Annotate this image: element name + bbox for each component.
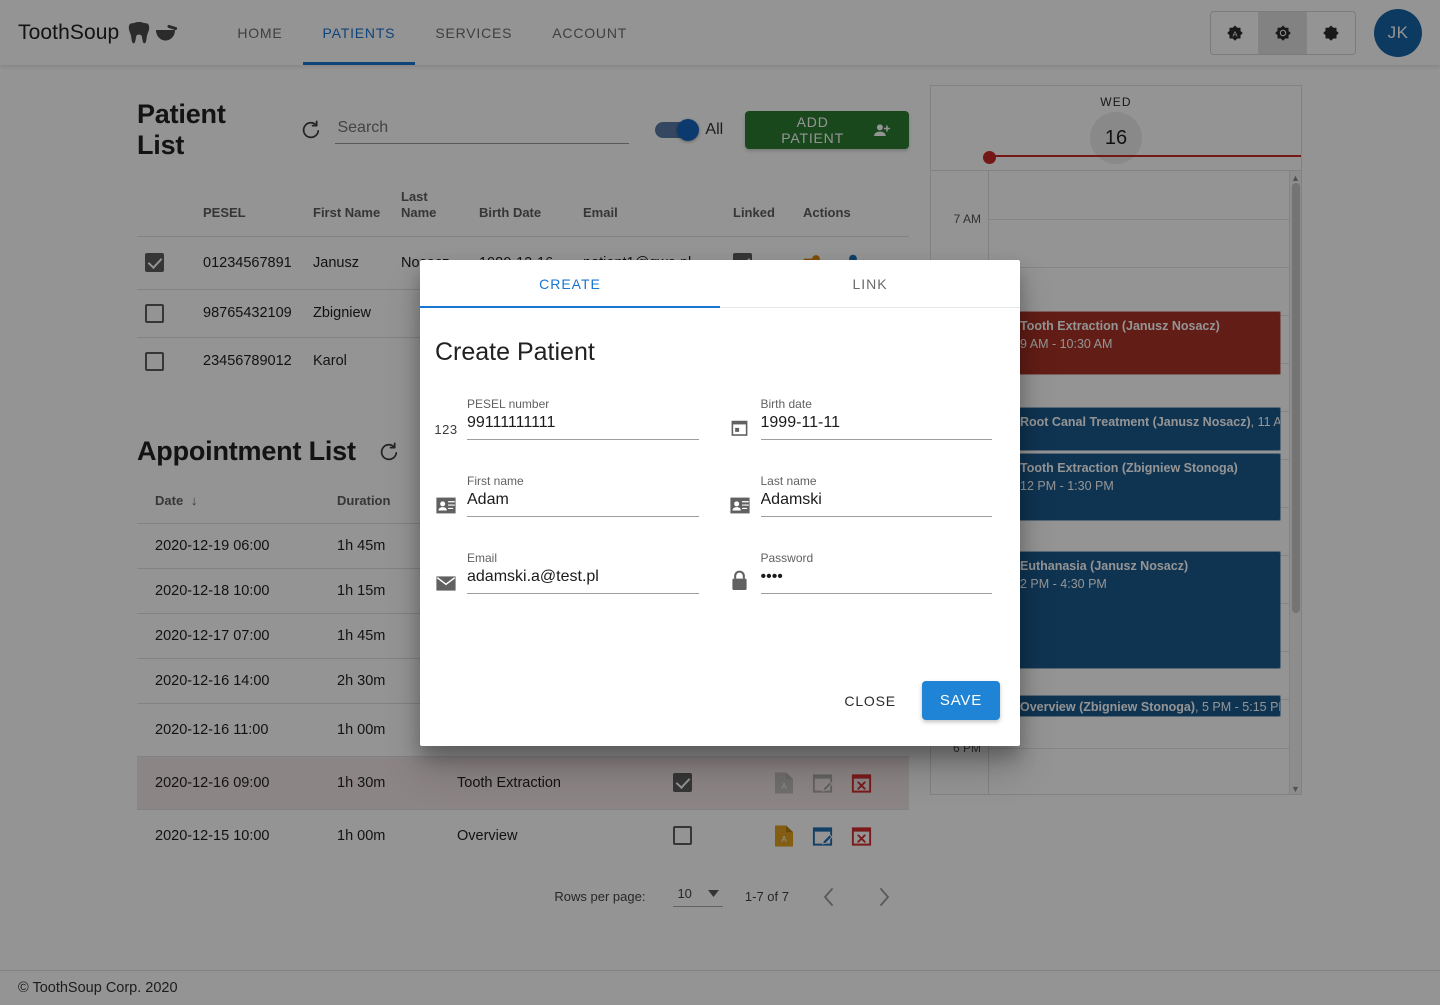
last-name-field-group: Last name: [729, 474, 992, 517]
password-input[interactable]: [760, 568, 992, 594]
password-field-group: Password: [729, 551, 992, 594]
password-field-body: Password: [760, 551, 992, 594]
calendar-glyph: [731, 420, 748, 436]
password-label: Password: [760, 551, 814, 565]
pesel-field-group: 123 PESEL number: [434, 397, 699, 440]
pesel-input[interactable]: [467, 414, 699, 440]
first-name-input[interactable]: [467, 491, 699, 517]
email-input[interactable]: [467, 568, 699, 594]
tab-link[interactable]: LINK: [720, 260, 1020, 307]
first-name-label: First name: [467, 474, 524, 488]
dialog-actions: CLOSE SAVE: [420, 681, 1020, 746]
contact-card-glyph: [729, 497, 750, 514]
app-root: ToothSoup HOME PATIENTS SERVICES ACCOUNT: [0, 0, 1440, 1005]
birth-date-field-body: Birth date: [760, 397, 992, 440]
create-patient-form: 123 PESEL number Birth date: [420, 367, 1020, 594]
dialog-tabs: CREATE LINK: [420, 260, 1020, 308]
email-field-body: Email: [467, 551, 699, 594]
pesel-label: PESEL number: [467, 397, 550, 411]
envelope-icon: [435, 568, 457, 594]
contact-card-glyph: [436, 497, 456, 514]
envelope-glyph: [436, 576, 456, 591]
email-label: Email: [467, 551, 498, 565]
pesel-field-body: PESEL number: [467, 397, 699, 440]
create-patient-dialog: CREATE LINK Create Patient 123 PESEL num…: [420, 260, 1020, 746]
save-button[interactable]: SAVE: [921, 681, 1000, 720]
last-name-input[interactable]: [760, 491, 992, 517]
birth-date-input[interactable]: [760, 414, 992, 440]
first-name-field-body: First name: [467, 474, 699, 517]
first-name-field-group: First name: [435, 474, 699, 517]
last-name-field-body: Last name: [760, 474, 992, 517]
lock-icon: [729, 568, 751, 594]
tab-create[interactable]: CREATE: [420, 260, 720, 308]
contact-card-icon: [729, 491, 751, 517]
email-field-group: Email: [435, 551, 699, 594]
birth-date-field-group: Birth date: [729, 397, 992, 440]
contact-card-icon: [435, 491, 457, 517]
birth-date-label: Birth date: [760, 397, 812, 411]
numbers-icon: 123: [434, 422, 458, 437]
last-name-label: Last name: [760, 474, 817, 488]
calendar-icon: [729, 414, 751, 440]
lock-glyph: [732, 570, 747, 590]
close-button[interactable]: CLOSE: [830, 683, 909, 719]
dialog-title: Create Patient: [435, 338, 595, 366]
